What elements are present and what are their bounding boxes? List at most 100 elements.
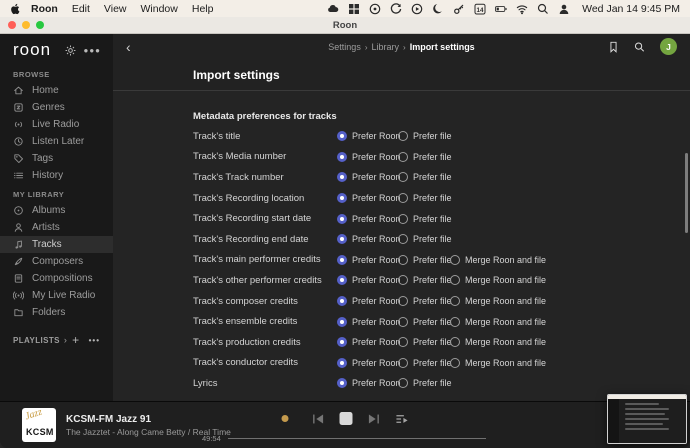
sidebar-section-label-browse: BROWSE [13, 70, 50, 79]
battery-icon[interactable] [495, 3, 507, 15]
sidebar-item-tracks[interactable]: Tracks [0, 236, 113, 253]
menu-item-window[interactable]: Window [141, 3, 178, 15]
menu-item-view[interactable]: View [104, 3, 127, 15]
radio-option-merge-roon-and-file[interactable]: Merge Roon and file [450, 357, 546, 368]
radio-option-label: Prefer Roon [352, 357, 401, 368]
stop-button[interactable] [339, 412, 353, 425]
radio-option-prefer-file[interactable]: Prefer file [398, 254, 452, 265]
roon-logo: roon [13, 40, 52, 59]
sidebar-playlists-row[interactable]: PLAYLISTS › + ••• [0, 333, 113, 347]
previous-track-button[interactable] [312, 413, 325, 425]
sidebar-item-composers[interactable]: Composers [0, 253, 113, 270]
minimize-window-button[interactable] [22, 21, 30, 29]
sidebar-item-tags[interactable]: Tags [0, 150, 113, 167]
radio-option-label: Prefer file [413, 254, 452, 265]
radio-option-prefer-roon[interactable]: Prefer Roon [337, 296, 401, 307]
menu-item-edit[interactable]: Edit [72, 3, 90, 15]
window-title-bar[interactable]: Roon [0, 17, 690, 34]
radio-option-prefer-file[interactable]: Prefer file [398, 316, 452, 327]
radio-option-prefer-file[interactable]: Prefer file [398, 275, 452, 286]
radio-option-prefer-roon[interactable]: Prefer Roon [337, 213, 401, 224]
sidebar-item-history[interactable]: History [0, 167, 113, 184]
sidebar-item-live-radio[interactable]: Live Radio [0, 116, 113, 133]
radio-option-prefer-file[interactable]: Prefer file [398, 337, 452, 348]
grid-icon[interactable] [348, 3, 360, 15]
radio-option-prefer-file[interactable]: Prefer file [398, 234, 452, 245]
moon-icon[interactable] [432, 3, 444, 15]
wifi-icon[interactable] [516, 3, 528, 15]
radio-option-prefer-roon[interactable]: Prefer Roon [337, 131, 401, 142]
sidebar-item-folders[interactable]: Folders [0, 304, 113, 321]
breadcrumb-import-settings[interactable]: Import settings [410, 42, 475, 52]
sync-circle-icon[interactable] [390, 2, 402, 15]
breadcrumb-settings[interactable]: Settings [328, 42, 361, 52]
progress-bar[interactable] [227, 438, 486, 439]
zoom-window-button[interactable] [36, 21, 44, 29]
cloud-icon[interactable] [327, 3, 339, 15]
calendar-icon[interactable]: 14 [474, 3, 486, 15]
radio-option-merge-roon-and-file[interactable]: Merge Roon and file [450, 316, 546, 327]
menu-bar-status-area: 14 Wed Jan 14 9:45 PM [327, 3, 680, 15]
next-track-button[interactable] [368, 413, 381, 425]
radio-option-prefer-roon[interactable]: Prefer Roon [337, 357, 401, 368]
radio-option-prefer-file[interactable]: Prefer file [398, 193, 452, 204]
search-icon[interactable] [634, 41, 645, 53]
now-playing-art[interactable]: Jazz KCSM [22, 408, 56, 442]
radio-option-prefer-file[interactable]: Prefer file [398, 151, 452, 162]
radio-group: Prefer Roon Prefer file [337, 131, 452, 142]
radio-option-prefer-roon[interactable]: Prefer Roon [337, 193, 401, 204]
screenshot-preview-thumbnail[interactable] [607, 394, 687, 444]
radio-option-prefer-file[interactable]: Prefer file [398, 213, 452, 224]
user-icon[interactable] [558, 3, 570, 15]
sidebar-item-artists[interactable]: Artists [0, 219, 113, 236]
radio-option-prefer-file[interactable]: Prefer file [398, 131, 452, 142]
breadcrumb-library[interactable]: Library [372, 42, 400, 52]
radio-option-label: Prefer Roon [352, 296, 401, 307]
search-icon[interactable] [537, 3, 549, 15]
menu-item-help[interactable]: Help [192, 3, 214, 15]
radio-option-merge-roon-and-file[interactable]: Merge Roon and file [450, 275, 546, 286]
radio-unselected-icon [398, 316, 408, 327]
player-bar: Jazz KCSM KCSM-FM Jazz 91 The Jazztet - … [0, 401, 690, 448]
menu-bar-clock[interactable]: Wed Jan 14 9:45 PM [582, 3, 680, 15]
setting-label: Track's Recording location [193, 192, 305, 204]
close-window-button[interactable] [8, 21, 16, 29]
radio-option-prefer-roon[interactable]: Prefer Roon [337, 337, 401, 348]
radio-option-merge-roon-and-file[interactable]: Merge Roon and file [450, 254, 546, 265]
radio-option-prefer-roon[interactable]: Prefer Roon [337, 254, 401, 265]
sidebar-item-home[interactable]: Home [0, 82, 113, 99]
add-playlist-button[interactable]: + [72, 333, 79, 347]
radio-option-prefer-file[interactable]: Prefer file [398, 378, 452, 389]
sidebar-item-listen-later[interactable]: Listen Later [0, 133, 113, 150]
sidebar-item-albums[interactable]: Albums [0, 202, 113, 219]
more-options-icon[interactable]: ●●● [84, 46, 102, 55]
sidebar-item-my-live-radio[interactable]: My Live Radio [0, 287, 113, 304]
apple-menu-icon[interactable] [10, 2, 20, 15]
radio-option-prefer-roon[interactable]: Prefer Roon [337, 275, 401, 286]
radio-option-prefer-file[interactable]: Prefer file [398, 172, 452, 183]
sidebar-item-compositions[interactable]: Compositions [0, 270, 113, 287]
radio-option-prefer-roon[interactable]: Prefer Roon [337, 378, 401, 389]
sidebar-item-genres[interactable]: Genres [0, 99, 113, 116]
radio-option-prefer-roon[interactable]: Prefer Roon [337, 316, 401, 327]
key-icon[interactable] [453, 3, 465, 15]
playlists-more-icon[interactable]: ••• [89, 336, 100, 345]
queue-icon[interactable] [396, 413, 409, 425]
radio-option-prefer-roon[interactable]: Prefer Roon [337, 151, 401, 162]
radio-option-merge-roon-and-file[interactable]: Merge Roon and file [450, 337, 546, 348]
radio-option-prefer-roon[interactable]: Prefer Roon [337, 234, 401, 245]
circle-dot-icon[interactable] [369, 3, 381, 15]
play-circle-icon[interactable] [411, 3, 423, 15]
back-button[interactable]: ‹ [126, 40, 131, 54]
radio-option-prefer-file[interactable]: Prefer file [398, 296, 452, 307]
bookmark-icon[interactable] [608, 41, 619, 53]
settings-gear-icon[interactable] [65, 45, 76, 56]
scrollbar-thumb[interactable] [685, 153, 688, 233]
sidebar-item-label: Compositions [32, 273, 93, 284]
radio-option-prefer-roon[interactable]: Prefer Roon [337, 172, 401, 183]
setting-label: Track's conductor credits [193, 357, 298, 369]
menu-item-roon[interactable]: Roon [31, 3, 58, 15]
radio-option-merge-roon-and-file[interactable]: Merge Roon and file [450, 296, 546, 307]
radio-option-prefer-file[interactable]: Prefer file [398, 357, 452, 368]
user-avatar[interactable]: J [660, 38, 677, 55]
